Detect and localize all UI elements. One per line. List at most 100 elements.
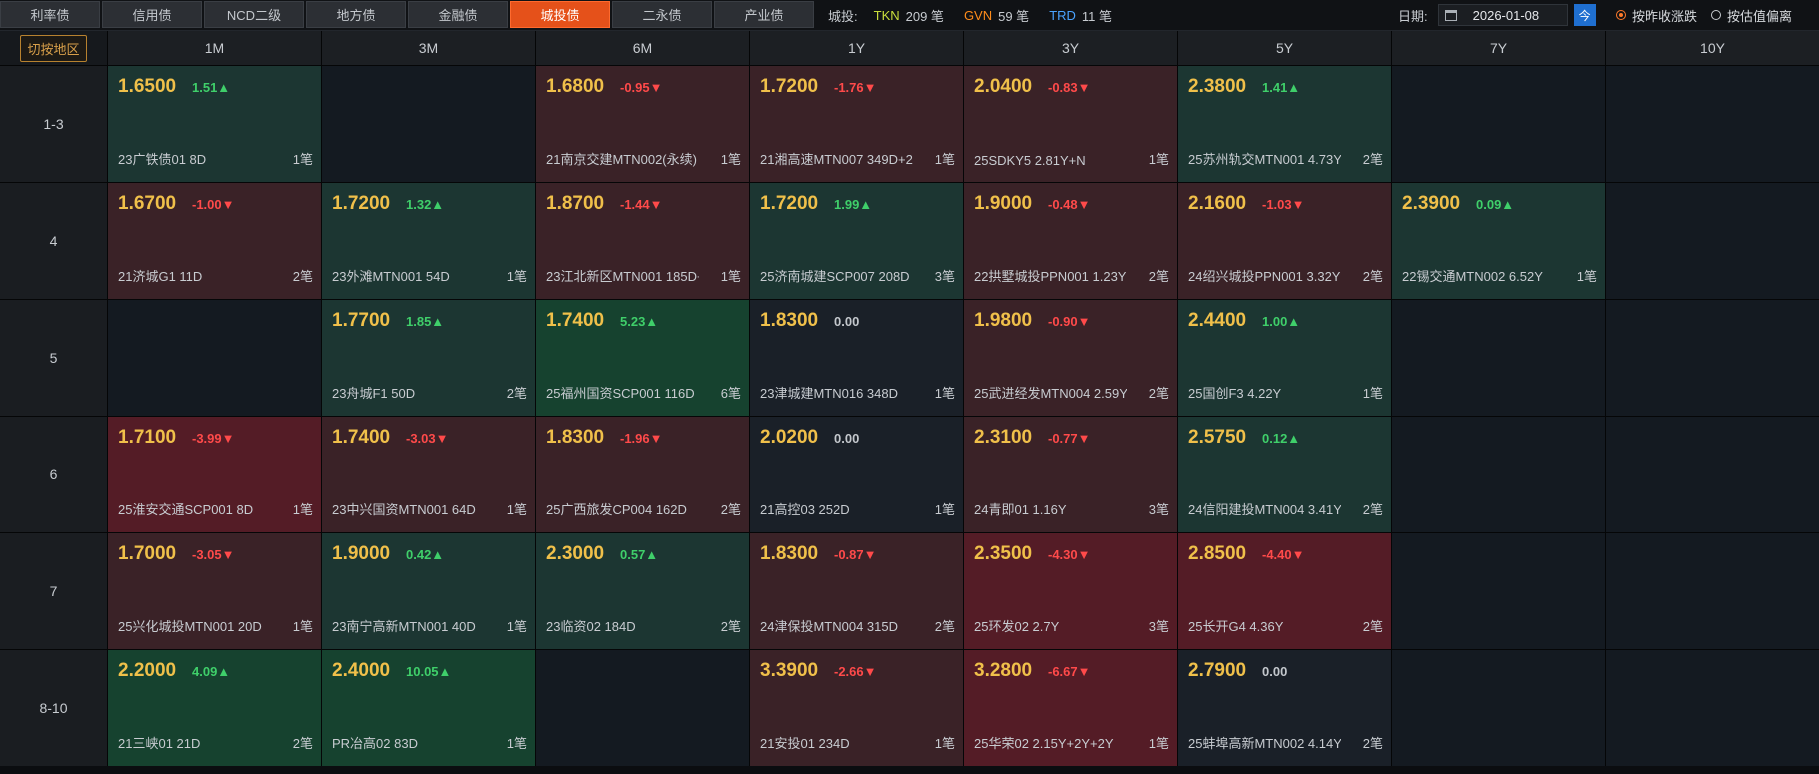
yield-value: 2.4400 xyxy=(1188,309,1247,331)
column-header: 7Y xyxy=(1392,31,1605,65)
bond-cell[interactable]: 2.1600 -1.03▼ 24绍兴城投PPN001 3.32Y 2笔 xyxy=(1178,182,1391,299)
bond-cell[interactable]: 1.9800 -0.90▼ 25武进经发MTN004 2.59Y 2笔 xyxy=(964,299,1177,416)
tab-ncd-secondary[interactable]: NCD二级 xyxy=(204,1,304,28)
empty-cell xyxy=(1606,66,1819,182)
trade-count: 1笔 xyxy=(506,736,527,751)
trade-count: 1笔 xyxy=(1148,736,1169,751)
bond-cell[interactable]: 2.5750 0.12▲ 24信阳建投MTN004 3.41Y 2笔 xyxy=(1178,416,1391,533)
bond-cell[interactable]: 1.6500 1.51▲ 23广铁债01 8D 1笔 xyxy=(108,66,321,182)
radio-by-prev-close-change[interactable]: 按昨收涨跌 xyxy=(1616,6,1697,25)
bond-cell[interactable]: 2.4400 1.00▲ 25国创F3 4.22Y 1笔 xyxy=(1178,299,1391,416)
bond-cell[interactable]: 2.2000 4.09▲ 21三峡01 21D 2笔 xyxy=(108,650,321,766)
trade-count: 2笔 xyxy=(720,502,741,518)
change-value: -1.96▼ xyxy=(620,430,663,446)
stats-label: 城投: xyxy=(828,8,858,24)
trade-count: 2笔 xyxy=(292,268,313,284)
bond-cell[interactable]: 1.7400 5.23▲ 25福州国资SCP001 116D 6笔 xyxy=(536,299,749,416)
trade-count: 1笔 xyxy=(506,502,527,518)
change-value: 0.00 xyxy=(834,430,860,446)
trade-count: 3笔 xyxy=(1148,619,1169,635)
bond-name: 25武进经发MTN004 2.59Y xyxy=(974,385,1127,401)
bond-cell[interactable]: 1.7400 -3.03▼ 23中兴国资MTN001 64D 1笔 xyxy=(322,416,535,533)
row-header: 6 xyxy=(0,416,107,533)
bond-cell[interactable]: 1.6800 -0.95▼ 21南京交建MTN002(永续) 172D 1笔 xyxy=(536,66,749,182)
yield-value: 2.3100 xyxy=(974,426,1033,448)
trade-count: 2笔 xyxy=(1148,268,1169,284)
empty-cell xyxy=(1392,299,1605,416)
bond-cell[interactable]: 2.4000 10.05▲ PR冶高02 83D 1笔 xyxy=(322,650,535,766)
yield-value: 1.7200 xyxy=(332,192,391,214)
yield-value: 3.3900 xyxy=(760,660,819,682)
bond-cell[interactable]: 2.0200 0.00 21高控03 252D 1笔 xyxy=(750,416,963,533)
radio-label: 按估值偏离 xyxy=(1727,8,1793,24)
tab-credit-bond[interactable]: 信用债 xyxy=(102,1,202,28)
bond-cell[interactable]: 1.7700 1.85▲ 23舟城F1 50D 2笔 xyxy=(322,299,535,416)
bond-cell[interactable]: 3.2800 -6.67▼ 25华荣02 2.15Y+2Y+2Y 1笔 xyxy=(964,650,1177,766)
bond-cell[interactable]: 2.3000 0.57▲ 23临资02 184D 2笔 xyxy=(536,533,749,650)
yield-value: 1.9000 xyxy=(974,192,1033,214)
yield-value: 1.8300 xyxy=(546,426,605,448)
change-value: -0.48▼ xyxy=(1048,196,1091,212)
yield-value: 1.8300 xyxy=(760,543,819,565)
column-header: 3M xyxy=(322,31,535,65)
date-input[interactable]: 2026-01-08 xyxy=(1437,4,1568,26)
empty-cell xyxy=(1606,182,1819,299)
column-header: 1M xyxy=(108,31,321,65)
yield-value: 1.7400 xyxy=(332,426,391,448)
bond-cell[interactable]: 1.8700 -1.44▼ 23江北新区MTN001 185D+N 1笔 xyxy=(536,182,749,299)
bond-cell[interactable]: 2.8500 -4.40▼ 25长开G4 4.36Y 2笔 xyxy=(1178,533,1391,650)
trade-count: 1笔 xyxy=(934,385,955,401)
change-value: -3.03▼ xyxy=(406,430,449,446)
bond-cell[interactable]: 2.3900 0.09▲ 22锡交通MTN002 6.52Y 1笔 xyxy=(1392,182,1605,299)
bond-cell[interactable]: 1.6700 -1.00▼ 21济城G1 11D 2笔 xyxy=(108,182,321,299)
bond-cell[interactable]: 2.7900 0.00 25蚌埠高新MTN002 4.14Y 2笔 xyxy=(1178,650,1391,766)
change-value: 0.00 xyxy=(1262,664,1288,680)
bond-cell[interactable]: 3.3900 -2.66▼ 21安投01 234D 1笔 xyxy=(750,650,963,766)
yield-value: 2.2000 xyxy=(118,660,177,682)
bond-cell[interactable]: 2.3500 -4.30▼ 25环发02 2.7Y 3笔 xyxy=(964,533,1177,650)
tab-financial-bond[interactable]: 金融债 xyxy=(408,1,508,28)
change-value: -0.95▼ xyxy=(620,80,663,95)
yield-value: 2.1600 xyxy=(1188,192,1247,214)
empty-cell xyxy=(108,299,321,416)
change-value: 0.42▲ xyxy=(406,547,445,563)
bond-cell[interactable]: 1.8300 -0.87▼ 24津保投MTN004 315D 2笔 xyxy=(750,533,963,650)
today-button[interactable]: 今 xyxy=(1573,4,1596,26)
bond-cell[interactable]: 1.9000 -0.48▼ 22拱墅城投PPN001 1.23Y 2笔 xyxy=(964,182,1177,299)
trade-count: 1笔 xyxy=(720,151,741,167)
tab-industrial-bond[interactable]: 产业债 xyxy=(714,1,814,28)
bond-cell[interactable]: 1.7100 -3.99▼ 25淮安交通SCP001 8D 1笔 xyxy=(108,416,321,533)
yield-value: 1.7400 xyxy=(546,309,605,331)
tab-urban-investment-bond[interactable]: 城投债 xyxy=(510,1,610,28)
change-value: 1.32▲ xyxy=(406,196,445,212)
bond-cell[interactable]: 2.0400 -0.83▼ 25SDKY5 2.81Y+N 1笔 xyxy=(964,66,1177,182)
bond-cell[interactable]: 1.7200 -1.76▼ 21湘高速MTN007 349D+2Y 1笔 xyxy=(750,66,963,182)
calendar-icon[interactable] xyxy=(1444,9,1457,21)
trade-count: 6笔 xyxy=(720,385,741,401)
bond-cell[interactable]: 2.3100 -0.77▼ 24青即01 1.16Y 3笔 xyxy=(964,416,1177,533)
tab-local-gov-bond[interactable]: 地方债 xyxy=(306,1,406,28)
column-header: 3Y xyxy=(964,31,1177,65)
bond-name: 25华荣02 2.15Y+2Y+2Y xyxy=(974,736,1114,751)
trade-count: 1笔 xyxy=(934,736,955,751)
row-header: 1-3 xyxy=(0,66,107,182)
change-value: -1.44▼ xyxy=(620,196,663,212)
bond-cell[interactable]: 2.3800 1.41▲ 25苏州轨交MTN001 4.73Y+N 2笔 xyxy=(1178,66,1391,182)
tab-rate-bond[interactable]: 利率债 xyxy=(0,1,100,28)
yield-matrix: 切按地区 1M 3M 6M 1Y 3Y 5Y 7Y 10Y 1-3 1.6500 1.51▲ 23广铁… xyxy=(0,31,1819,766)
radio-by-valuation-deviation[interactable]: 按估值偏离 xyxy=(1711,6,1792,25)
bond-cell[interactable]: 1.9000 0.42▲ 23南宁高新MTN001 40D 1笔 xyxy=(322,533,535,650)
bond-cell[interactable]: 1.8300 -1.96▼ 25广西旅发CP004 162D 2笔 xyxy=(536,416,749,533)
bond-cell[interactable]: 1.7200 1.32▲ 23外滩MTN001 54D 1笔 xyxy=(322,182,535,299)
trade-count: 2笔 xyxy=(934,619,955,635)
bond-cell[interactable]: 1.7200 1.99▲ 25济南城建SCP007 208D 3笔 xyxy=(750,182,963,299)
yield-value: 1.6500 xyxy=(118,76,177,97)
bond-cell[interactable]: 1.7000 -3.05▼ 25兴化城投MTN001 20D 1笔 xyxy=(108,533,321,650)
bond-cell[interactable]: 1.8300 0.00 23津城建MTN016 348D 1笔 xyxy=(750,299,963,416)
radio-selected-icon xyxy=(1616,10,1626,20)
column-header: 10Y xyxy=(1606,31,1819,65)
switch-region-button[interactable]: 切按地区 xyxy=(20,34,87,62)
change-value: -6.67▼ xyxy=(1048,664,1091,680)
yield-value: 1.9800 xyxy=(974,309,1033,331)
tab-tier2-perpetual[interactable]: 二永债 xyxy=(612,1,712,28)
